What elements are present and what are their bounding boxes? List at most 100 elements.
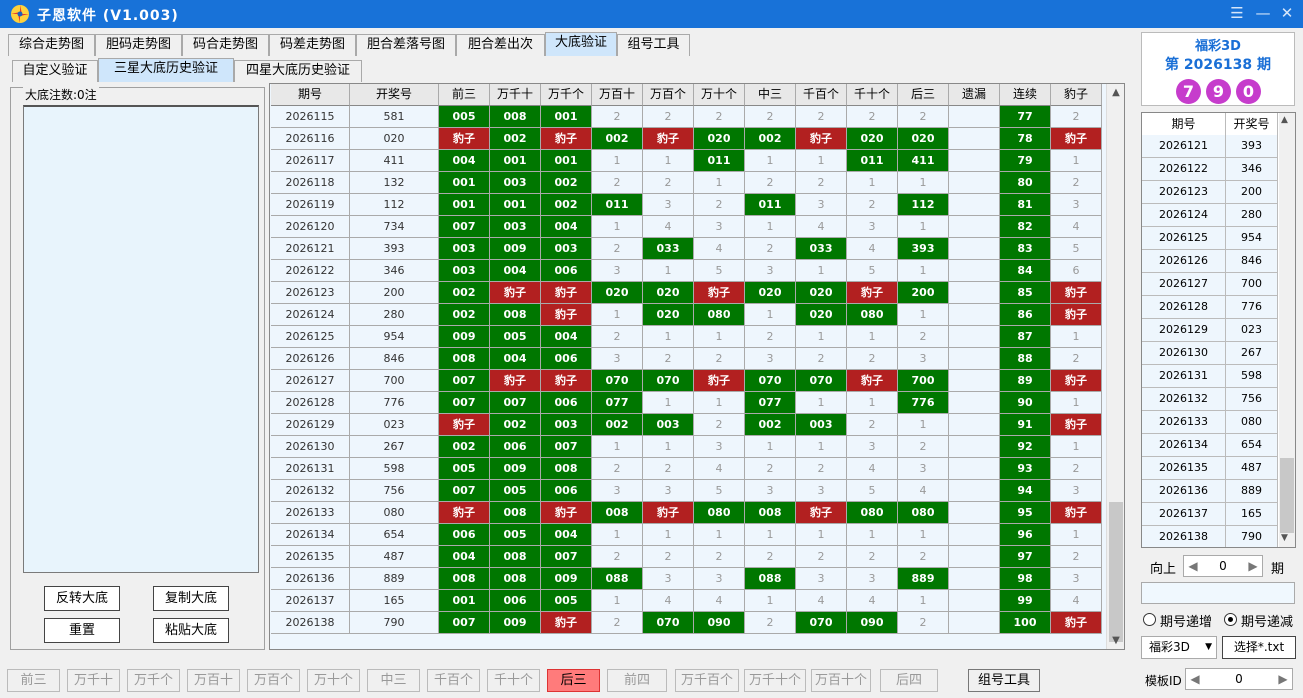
- invert-base-button[interactable]: 反转大底: [44, 586, 120, 611]
- stat-cell: 1: [694, 392, 745, 414]
- paste-base-button[interactable]: 粘贴大底: [153, 618, 229, 643]
- reset-button[interactable]: 重置: [44, 618, 120, 643]
- column-header[interactable]: 万千十: [490, 84, 541, 106]
- template-id-stepper[interactable]: ◀ 0 ▶: [1185, 668, 1293, 690]
- column-header[interactable]: 千百个: [796, 84, 847, 106]
- stepper-right-icon[interactable]: ▶: [1245, 556, 1261, 576]
- bottom-button[interactable]: 中三: [367, 669, 420, 692]
- tab-four-star-history[interactable]: 四星大底历史验证: [234, 60, 362, 82]
- scroll-up-icon[interactable]: ▲: [1109, 87, 1123, 98]
- issue-cell: 2026137: [271, 590, 350, 612]
- stat-cell: 009: [490, 458, 541, 480]
- stat-cell: 豹子: [1051, 502, 1102, 524]
- large-base-input[interactable]: [23, 105, 259, 573]
- stat-cell: 1: [898, 414, 949, 436]
- stat-cell: 1: [796, 150, 847, 172]
- bottom-button[interactable]: 万十个: [307, 669, 360, 692]
- column-header[interactable]: 万百十: [592, 84, 643, 106]
- tab-trend-chart[interactable]: 综合走势图: [8, 34, 95, 56]
- tab-custom-verify[interactable]: 自定义验证: [12, 60, 98, 82]
- radio-desc[interactable]: [1224, 613, 1237, 626]
- stepper-left-icon[interactable]: ◀: [1185, 556, 1201, 576]
- choose-txt-button[interactable]: 选择*.txt: [1222, 636, 1296, 659]
- stat-cell: [949, 238, 1000, 260]
- stat-cell: 6: [1051, 260, 1102, 282]
- list-scroll-up-icon[interactable]: ▲: [1281, 115, 1288, 125]
- stat-cell: 1: [1051, 524, 1102, 546]
- tab-large-base-verify[interactable]: 大底验证: [545, 32, 617, 56]
- list-column-header[interactable]: 期号: [1142, 113, 1226, 136]
- close-icon[interactable]: ✕: [1276, 3, 1298, 23]
- column-header[interactable]: 豹子: [1051, 84, 1102, 106]
- column-header[interactable]: 万千个: [541, 84, 592, 106]
- bottom-button[interactable]: 千百个: [427, 669, 480, 692]
- bottom-button[interactable]: 前三: [7, 669, 60, 692]
- stat-cell: 4: [643, 216, 694, 238]
- column-header[interactable]: 万十个: [694, 84, 745, 106]
- column-header[interactable]: 期号: [271, 84, 350, 106]
- up-period-stepper[interactable]: ◀ 0 ▶: [1183, 555, 1263, 577]
- tab-diff-trend[interactable]: 码差走势图: [269, 34, 356, 56]
- tab-sum-trend[interactable]: 码合走势图: [182, 34, 269, 56]
- stat-cell: 1: [694, 524, 745, 546]
- stat-cell: 008: [490, 546, 541, 568]
- bottom-button[interactable]: 万百十: [187, 669, 240, 692]
- bottom-button[interactable]: 万千十个: [744, 669, 806, 692]
- minimize-icon[interactable]: —: [1252, 3, 1274, 23]
- column-header[interactable]: 遗漏: [949, 84, 1000, 106]
- column-header[interactable]: 中三: [745, 84, 796, 106]
- scroll-down-icon[interactable]: ▼: [1109, 635, 1123, 646]
- stat-cell: 008: [490, 502, 541, 524]
- bottom-button[interactable]: 千十个: [487, 669, 540, 692]
- bottom-button[interactable]: 后三: [547, 669, 600, 692]
- list-column-header[interactable]: 开奖号: [1226, 113, 1278, 136]
- menu-icon[interactable]: ☰: [1226, 3, 1248, 23]
- column-header[interactable]: 后三: [898, 84, 949, 106]
- grid-scroll-thumb[interactable]: [1109, 502, 1123, 642]
- template-left-icon[interactable]: ◀: [1187, 669, 1203, 689]
- bottom-button[interactable]: 万百个: [247, 669, 300, 692]
- stat-cell: 2: [592, 172, 643, 194]
- stat-cell: [949, 568, 1000, 590]
- template-right-icon[interactable]: ▶: [1275, 669, 1291, 689]
- stat-cell: 001: [439, 194, 490, 216]
- column-header[interactable]: 连续: [1000, 84, 1051, 106]
- stat-cell: 007: [439, 216, 490, 238]
- radio-asc[interactable]: [1143, 613, 1156, 626]
- stat-cell: 1: [643, 150, 694, 172]
- stat-cell: 2: [643, 348, 694, 370]
- tab-bold-sum-diff-drop[interactable]: 胆合差落号图: [356, 34, 456, 56]
- bottom-button[interactable]: 万千十: [67, 669, 120, 692]
- stat-cell: 3: [1051, 480, 1102, 502]
- lottery-select[interactable]: 福彩3D ▼: [1141, 636, 1217, 659]
- stat-cell: 豹子: [490, 370, 541, 392]
- column-header[interactable]: 前三: [439, 84, 490, 106]
- copy-base-button[interactable]: 复制大底: [153, 586, 229, 611]
- stat-cell: 020: [745, 282, 796, 304]
- stat-cell: 97: [1000, 546, 1051, 568]
- column-header[interactable]: 万百个: [643, 84, 694, 106]
- bottom-button[interactable]: 组号工具: [968, 669, 1040, 692]
- stat-cell: 1: [796, 524, 847, 546]
- tab-bold-trend[interactable]: 胆码走势图: [95, 34, 182, 56]
- list-scroll-down-icon[interactable]: ▼: [1281, 533, 1288, 543]
- stat-cell: 4: [694, 590, 745, 612]
- list-scroll-thumb[interactable]: [1280, 458, 1294, 533]
- stat-cell: 003: [643, 414, 694, 436]
- stat-cell: 1: [694, 326, 745, 348]
- grid-scrollbar[interactable]: ▲ ▼: [1106, 84, 1124, 649]
- bottom-button[interactable]: 后四: [880, 669, 938, 692]
- tab-group-tool[interactable]: 组号工具: [617, 34, 690, 56]
- bottom-button[interactable]: 万百十个: [811, 669, 871, 692]
- tab-bold-sum-diff-count[interactable]: 胆合差出次: [456, 34, 545, 56]
- tab-three-star-history[interactable]: 三星大底历史验证: [98, 58, 234, 82]
- stat-cell: 090: [694, 612, 745, 634]
- bottom-button[interactable]: 万千个: [127, 669, 180, 692]
- bottom-button[interactable]: 前四: [607, 669, 667, 692]
- column-header[interactable]: 千十个: [847, 84, 898, 106]
- stat-cell: 3: [898, 348, 949, 370]
- list-scrollbar[interactable]: ▲ ▼: [1279, 113, 1295, 547]
- draw-number-cell: 411: [350, 150, 439, 172]
- bottom-button[interactable]: 万千百个: [675, 669, 739, 692]
- column-header[interactable]: 开奖号: [350, 84, 439, 106]
